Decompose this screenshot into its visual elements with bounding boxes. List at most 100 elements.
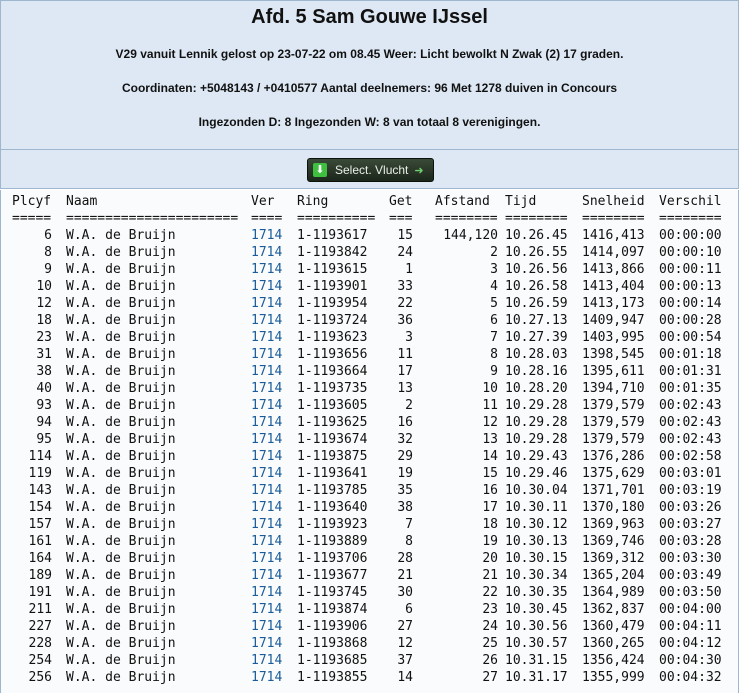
- snelheid-cell: 1369,746: [582, 534, 645, 549]
- vereniging-link[interactable]: 1714: [251, 516, 282, 533]
- table-row: 256 W.A. de Bruijn 1714 1-1193855 14 27 10.31.…: [1, 669, 738, 686]
- get-cell: 8: [405, 534, 413, 549]
- get-cell: 28: [397, 551, 413, 566]
- naam-cell: W.A. de Bruijn: [66, 551, 176, 566]
- col-ring-header: Ring: [297, 194, 329, 209]
- snelheid-cell: 1356,424: [582, 653, 645, 668]
- vereniging-link[interactable]: 1714: [251, 244, 282, 261]
- afstand-cell: 16: [482, 483, 498, 498]
- verschil-cell: 00:00:00: [659, 228, 722, 243]
- verschil-cell: 00:04:32: [659, 670, 722, 685]
- vereniging-link[interactable]: 1714: [251, 550, 282, 567]
- snelheid-cell: 1364,989: [582, 585, 645, 600]
- ring-cell: 1-1193664: [297, 364, 368, 379]
- vereniging-link[interactable]: 1714: [251, 380, 282, 397]
- afstand-cell: 21: [482, 568, 498, 583]
- naam-cell: W.A. de Bruijn: [66, 602, 176, 617]
- vereniging-link[interactable]: 1714: [251, 227, 282, 244]
- tijd-cell: 10.30.35: [505, 585, 568, 600]
- snelheid-cell: 1379,579: [582, 398, 645, 413]
- get-cell: 37: [397, 653, 413, 668]
- naam-cell: W.A. de Bruijn: [66, 585, 176, 600]
- tijd-cell: 10.30.13: [505, 534, 568, 549]
- col-verschil-header: Verschil: [659, 194, 722, 209]
- naam-cell: W.A. de Bruijn: [66, 364, 176, 379]
- naam-cell: W.A. de Bruijn: [66, 262, 176, 277]
- table-row: 154 W.A. de Bruijn 1714 1-1193640 38 17 10.30.…: [1, 499, 738, 516]
- vereniging-link[interactable]: 1714: [251, 567, 282, 584]
- col-snelheid-header: Snelheid: [582, 194, 645, 209]
- table-row: 143 W.A. de Bruijn 1714 1-1193785 35 16 10.30.…: [1, 482, 738, 499]
- vereniging-link[interactable]: 1714: [251, 669, 282, 686]
- table-row: 12 W.A. de Bruijn 1714 1-1193954 22 5 10.26.59…: [1, 295, 738, 312]
- vereniging-link[interactable]: 1714: [251, 482, 282, 499]
- vereniging-link[interactable]: 1714: [251, 584, 282, 601]
- tijd-cell: 10.27.13: [505, 313, 568, 328]
- naam-cell: W.A. de Bruijn: [66, 517, 176, 532]
- ring-cell: 1-1193875: [297, 449, 368, 464]
- snelheid-cell: 1395,611: [582, 364, 645, 379]
- vereniging-link[interactable]: 1714: [251, 329, 282, 346]
- snelheid-cell: 1398,545: [582, 347, 645, 362]
- vereniging-link[interactable]: 1714: [251, 346, 282, 363]
- ring-cell: 1-1193615: [297, 262, 368, 277]
- afstand-cell: 15: [482, 466, 498, 481]
- naam-cell: W.A. de Bruijn: [66, 636, 176, 651]
- naam-cell: W.A. de Bruijn: [66, 381, 176, 396]
- vereniging-link[interactable]: 1714: [251, 618, 282, 635]
- table-row: 157 W.A. de Bruijn 1714 1-1193923 7 18 10.30.1…: [1, 516, 738, 533]
- vereniging-link[interactable]: 1714: [251, 431, 282, 448]
- table-row: 227 W.A. de Bruijn 1714 1-1193906 27 24 10.30.…: [1, 618, 738, 635]
- vereniging-link[interactable]: 1714: [251, 448, 282, 465]
- plcyf-cell: 93: [36, 398, 52, 413]
- snelheid-cell: 1379,579: [582, 415, 645, 430]
- select-flight-button[interactable]: ⬇ Select. Vlucht ➜: [307, 158, 434, 182]
- snelheid-cell: 1413,866: [582, 262, 645, 277]
- vereniging-link[interactable]: 1714: [251, 635, 282, 652]
- afstand-cell: 4: [490, 279, 498, 294]
- vereniging-link[interactable]: 1714: [251, 465, 282, 482]
- separator: ===: [389, 211, 413, 226]
- verschil-cell: 00:04:11: [659, 619, 722, 634]
- afstand-cell: 6: [490, 313, 498, 328]
- table-row: 23 W.A. de Bruijn 1714 1-1193623 3 7 10.27.39 1…: [1, 329, 738, 346]
- table-row: 94 W.A. de Bruijn 1714 1-1193625 16 12 10.29.2…: [1, 414, 738, 431]
- tijd-cell: 10.28.16: [505, 364, 568, 379]
- afstand-cell: 20: [482, 551, 498, 566]
- get-cell: 3: [405, 330, 413, 345]
- plcyf-cell: 94: [36, 415, 52, 430]
- vereniging-link[interactable]: 1714: [251, 652, 282, 669]
- plcyf-cell: 227: [28, 619, 52, 634]
- page-title: Afd. 5 Sam Gouwe IJssel: [251, 6, 488, 28]
- verschil-cell: 00:00:11: [659, 262, 722, 277]
- vereniging-link[interactable]: 1714: [251, 261, 282, 278]
- separator: ========: [659, 211, 722, 226]
- afstand-cell: 8: [490, 347, 498, 362]
- get-cell: 19: [397, 466, 413, 481]
- vereniging-link[interactable]: 1714: [251, 533, 282, 550]
- vereniging-link[interactable]: 1714: [251, 278, 282, 295]
- plcyf-cell: 8: [44, 245, 52, 260]
- get-cell: 14: [397, 670, 413, 685]
- ring-cell: 1-1193874: [297, 602, 368, 617]
- vereniging-link[interactable]: 1714: [251, 397, 282, 414]
- naam-cell: W.A. de Bruijn: [66, 398, 176, 413]
- verschil-cell: 00:00:10: [659, 245, 722, 260]
- get-cell: 16: [397, 415, 413, 430]
- vereniging-link[interactable]: 1714: [251, 363, 282, 380]
- vereniging-link[interactable]: 1714: [251, 312, 282, 329]
- get-cell: 7: [405, 517, 413, 532]
- tijd-cell: 10.26.58: [505, 279, 568, 294]
- table-row: 119 W.A. de Bruijn 1714 1-1193641 19 15 10.29.…: [1, 465, 738, 482]
- vereniging-link[interactable]: 1714: [251, 414, 282, 431]
- vereniging-link[interactable]: 1714: [251, 499, 282, 516]
- afstand-cell: 26: [482, 653, 498, 668]
- vereniging-link[interactable]: 1714: [251, 601, 282, 618]
- snelheid-cell: 1360,265: [582, 636, 645, 651]
- vereniging-link[interactable]: 1714: [251, 295, 282, 312]
- snelheid-cell: 1394,710: [582, 381, 645, 396]
- plcyf-cell: 12: [36, 296, 52, 311]
- naam-cell: W.A. de Bruijn: [66, 449, 176, 464]
- table-row: 95 W.A. de Bruijn 1714 1-1193674 32 13 10.29.2…: [1, 431, 738, 448]
- separator: ==========: [297, 211, 376, 226]
